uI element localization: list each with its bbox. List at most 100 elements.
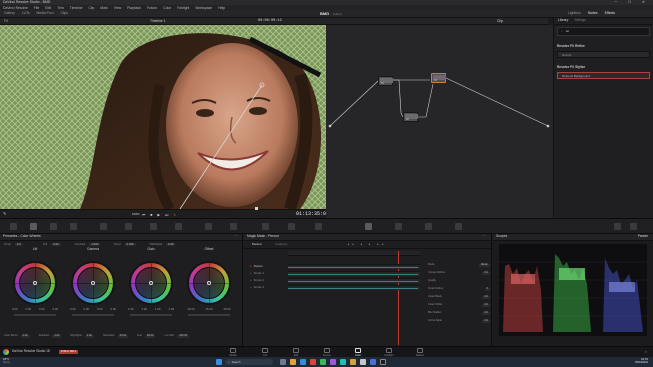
node-01[interactable]: 01: [378, 76, 393, 86]
track-controls[interactable]: ◂◂ ◂ ▸ ▸▸: [347, 242, 386, 246]
start-icon[interactable]: [216, 359, 222, 365]
master-slider[interactable]: [14, 314, 56, 316]
blur-radius-field[interactable]: 0.0: [482, 312, 490, 315]
viewer[interactable]: [0, 25, 326, 209]
app-icon[interactable]: [350, 359, 356, 365]
playhead-marker[interactable]: [255, 207, 258, 210]
mask-track[interactable]: [288, 264, 420, 269]
tab-settings[interactable]: Settings: [574, 19, 586, 22]
file-explorer-icon[interactable]: [290, 359, 296, 365]
color-wheels-icon[interactable]: [30, 223, 37, 230]
gallery-button[interactable]: Gallery: [4, 11, 15, 15]
effect-item-defocus-background[interactable]: Defocus Background: [557, 72, 650, 80]
wheel-gain[interactable]: Gain 1.00 1.00 1.00 1.00: [124, 247, 178, 316]
wheel-value[interactable]: 25.00: [188, 308, 195, 311]
mask-track[interactable]: [288, 285, 420, 290]
lightbox-button[interactable]: Lightbox: [568, 11, 581, 15]
app-icon[interactable]: [340, 359, 346, 365]
next-frame-icon[interactable]: ⏭: [165, 213, 168, 217]
panel-options-icon[interactable]: ⋯: [483, 234, 486, 238]
taskbar-search[interactable]: ⌕ Search: [225, 359, 273, 365]
smart-refine-field[interactable]: 0: [484, 288, 490, 291]
wheel-value[interactable]: 25.00: [224, 308, 231, 311]
highlights-field[interactable]: 0.00: [84, 334, 94, 338]
resolve-taskbar-icon[interactable]: [380, 359, 386, 365]
wheel-lift[interactable]: Lift 0.00 0.00 0.00 0.00: [8, 247, 62, 316]
color-boost-field[interactable]: 0.00: [20, 334, 30, 338]
weather-widget[interactable]: 18°C Sunny: [3, 358, 10, 364]
wheel-value[interactable]: 0.00: [26, 308, 31, 311]
clips-button[interactable]: Clips: [60, 11, 68, 15]
menu-item[interactable]: DaVinci Resolve: [3, 6, 28, 10]
app-icon[interactable]: [370, 359, 376, 365]
clip-select[interactable]: Clip: [497, 19, 503, 23]
menu-item[interactable]: Timeline: [70, 6, 83, 10]
mask-track[interactable]: [288, 271, 420, 276]
tab-features[interactable]: Features: [276, 243, 288, 246]
lum-mix-field[interactable]: 100.00: [177, 334, 190, 338]
menu-item[interactable]: Fusion: [147, 6, 157, 10]
qualifier-icon[interactable]: [150, 223, 157, 230]
wheel-value[interactable]: 1.00: [128, 308, 133, 311]
track-name[interactable]: Person: [254, 265, 263, 268]
mid-detail-field[interactable]: 0.00: [165, 243, 176, 246]
master-slider[interactable]: [72, 314, 114, 316]
media-pool-button[interactable]: Media Pool: [36, 11, 53, 15]
scopes-icon[interactable]: [614, 223, 621, 230]
wheel-value[interactable]: 0.00: [97, 308, 102, 311]
tracker-icon[interactable]: [205, 223, 212, 230]
3d-icon[interactable]: [395, 223, 402, 230]
pen-tool-icon[interactable]: ✎: [3, 212, 6, 216]
library-search-input[interactable]: rel: [566, 30, 569, 33]
camera-raw-icon[interactable]: [10, 223, 17, 230]
in-out-ratio-field[interactable]: 0.0: [482, 320, 490, 323]
magic-mask-icon[interactable]: [230, 223, 237, 230]
pivot-field[interactable]: 0.435: [124, 243, 136, 246]
menu-item[interactable]: Edit: [45, 6, 51, 10]
previous-frame-icon[interactable]: ⏮: [142, 213, 145, 217]
app-icon[interactable]: [320, 359, 326, 365]
node-03[interactable]: 03: [431, 73, 446, 83]
node-editor[interactable]: 01 02 03: [326, 25, 553, 218]
menu-item[interactable]: Fairlight: [177, 6, 189, 10]
wheel-value[interactable]: 1.00: [155, 308, 160, 311]
wheel-value[interactable]: 1.00: [142, 308, 147, 311]
zoom-select[interactable]: Fit: [4, 19, 8, 23]
shadows-field[interactable]: 0.00: [52, 334, 62, 338]
menu-item[interactable]: Workspace: [195, 6, 212, 10]
frame-ruler[interactable]: [288, 251, 420, 345]
app-icon[interactable]: [310, 359, 316, 365]
menu-item[interactable]: View: [114, 6, 121, 10]
menu-item[interactable]: File: [34, 6, 39, 10]
contrast-field[interactable]: 1.000: [89, 243, 101, 246]
color-warper-icon[interactable]: [125, 223, 132, 230]
task-view-icon[interactable]: [280, 359, 286, 365]
wheel-value[interactable]: 0.00: [53, 308, 58, 311]
luts-button[interactable]: LUTs: [22, 11, 30, 15]
menu-item[interactable]: Color: [163, 6, 171, 10]
keyframes-icon[interactable]: [455, 223, 462, 230]
magic-mask-active-icon[interactable]: [365, 223, 372, 230]
wheel-value[interactable]: 25.00: [206, 308, 213, 311]
scope-mode-select[interactable]: Parade: [638, 235, 648, 238]
clean-white-field[interactable]: 0.0: [482, 304, 490, 307]
curves-icon[interactable]: [100, 223, 107, 230]
stop-icon[interactable]: ■: [150, 213, 152, 217]
wheel-value[interactable]: 0.00: [39, 308, 44, 311]
node-02[interactable]: 02: [403, 112, 418, 122]
menu-item[interactable]: Help: [218, 6, 225, 10]
mode-select[interactable]: Better: [479, 264, 490, 267]
wheel-value[interactable]: 1.00: [169, 308, 174, 311]
wheel-value[interactable]: 0.00: [84, 308, 89, 311]
edge-icon[interactable]: [300, 359, 306, 365]
app-icon[interactable]: [360, 359, 366, 365]
track-name[interactable]: Stroke 3: [254, 286, 264, 289]
wheel-value[interactable]: 0.00: [111, 308, 116, 311]
app-icon[interactable]: [330, 359, 336, 365]
key-icon[interactable]: [288, 223, 295, 230]
panel-options-icon[interactable]: ⋯: [234, 234, 237, 238]
effects-button[interactable]: Effects: [605, 11, 615, 15]
info-icon[interactable]: [630, 223, 637, 230]
rgb-mixer-icon[interactable]: [50, 223, 57, 230]
system-clock[interactable]: 22:54 05/04/2024: [635, 358, 648, 364]
